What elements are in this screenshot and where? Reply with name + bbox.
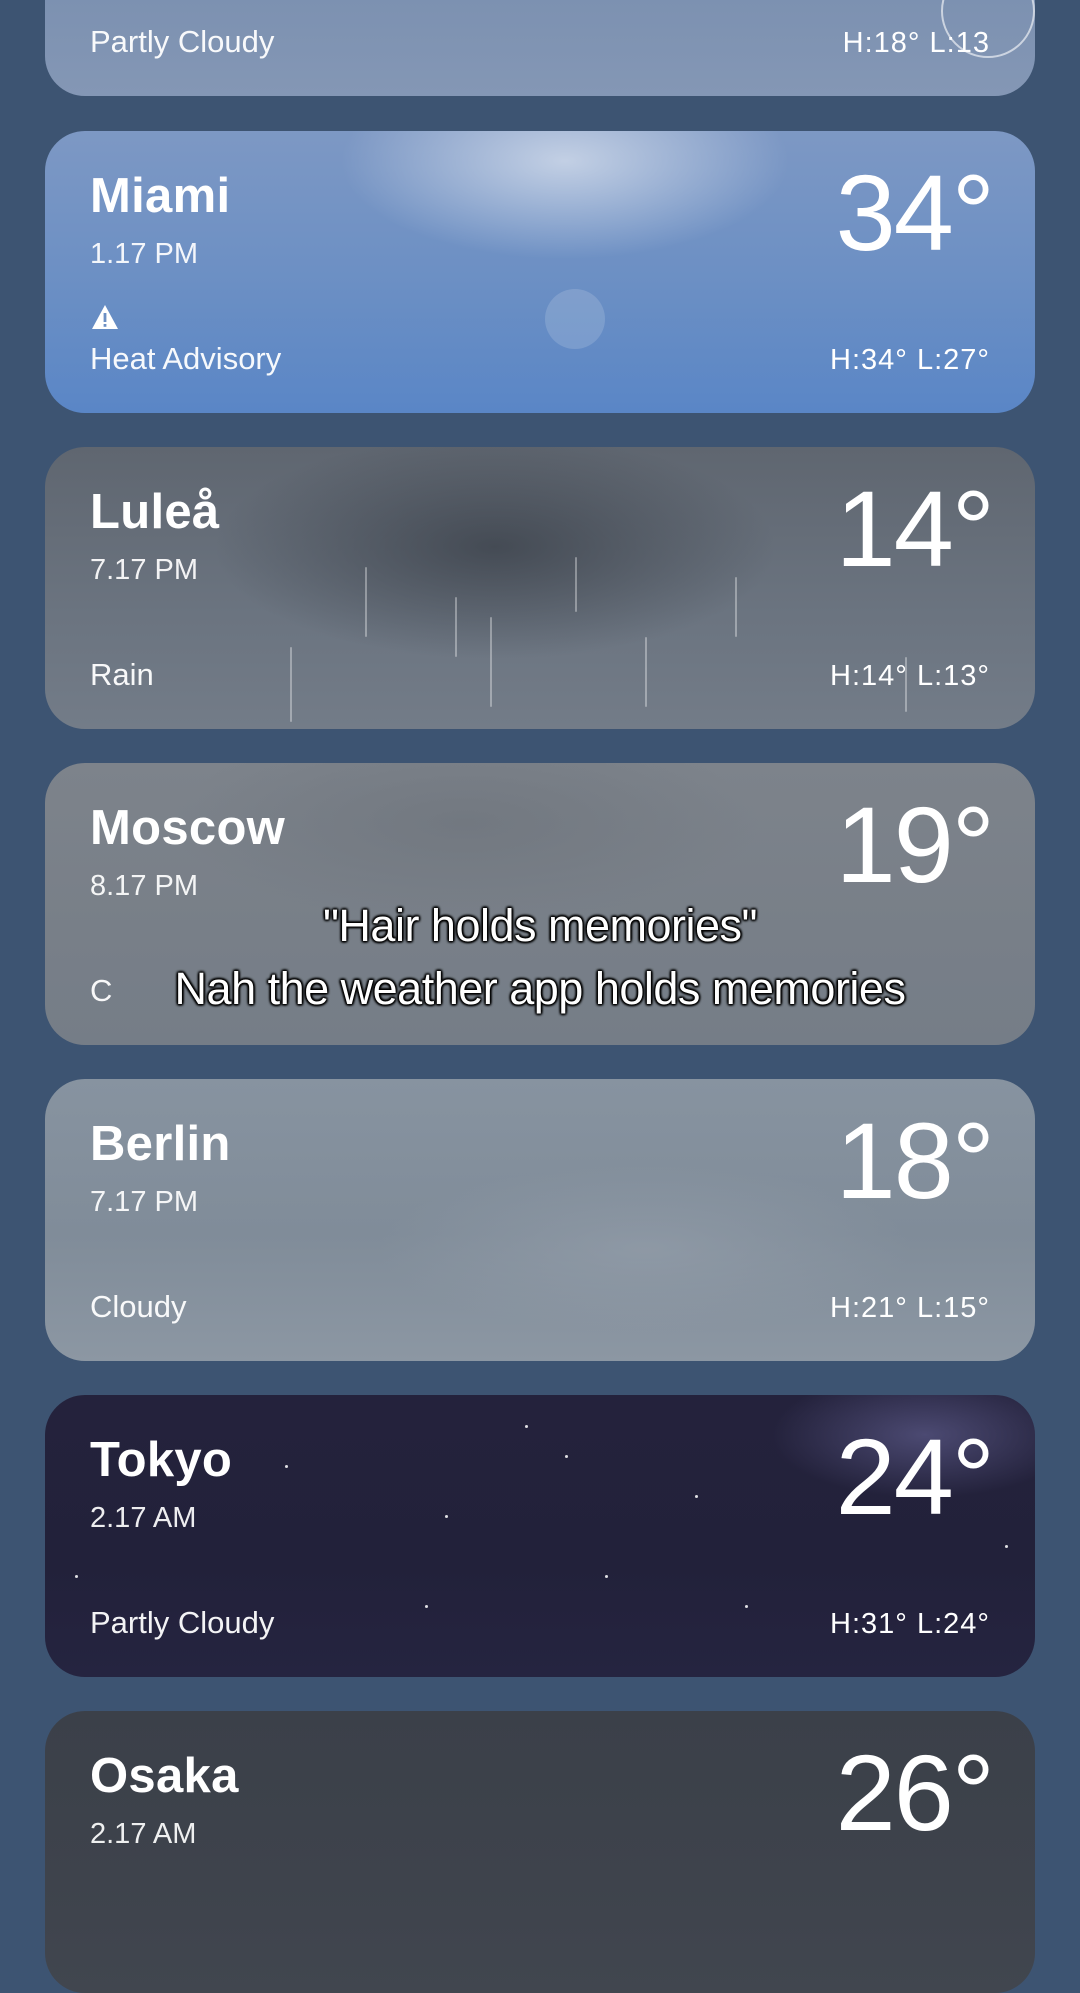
star-decoration bbox=[445, 1515, 448, 1518]
local-time: 1.17 PM bbox=[90, 238, 198, 270]
warning-triangle-icon bbox=[92, 305, 118, 329]
lens-flare-decoration bbox=[545, 289, 605, 349]
rain-streak bbox=[455, 597, 457, 657]
star-decoration bbox=[605, 1575, 608, 1578]
current-temperature: 34° bbox=[835, 152, 995, 273]
city-name: Berlin bbox=[90, 1117, 231, 1171]
high-low-label: H:21° L:15° bbox=[830, 1292, 990, 1324]
caption-line-1: "Hair holds memories" bbox=[322, 900, 758, 951]
local-time: 7.17 PM bbox=[90, 1186, 198, 1218]
condition-label: Partly Cloudy bbox=[90, 24, 275, 59]
weather-card-partial[interactable]: Partly Cloudy H:18° L:13 bbox=[45, 0, 1035, 96]
star-decoration bbox=[425, 1605, 428, 1608]
city-name: Luleå bbox=[90, 485, 220, 539]
city-name: Moscow bbox=[90, 801, 286, 855]
city-name: Tokyo bbox=[90, 1433, 233, 1487]
rain-streak bbox=[645, 637, 647, 707]
local-time: 2.17 AM bbox=[90, 1502, 197, 1534]
weather-card-osaka[interactable]: Osaka 2.17 AM 26° bbox=[45, 1711, 1035, 1993]
rain-streak bbox=[365, 567, 367, 637]
current-temperature: 24° bbox=[835, 1416, 995, 1537]
city-name: Osaka bbox=[90, 1749, 239, 1803]
rain-streak bbox=[490, 617, 492, 707]
local-time: 8.17 PM bbox=[90, 870, 198, 902]
high-low-label: H:14° L:13° bbox=[830, 660, 990, 692]
current-temperature: 14° bbox=[835, 468, 995, 589]
high-low-label: H:34° L:27° bbox=[830, 344, 990, 376]
rain-streak bbox=[290, 647, 292, 722]
current-temperature: 26° bbox=[835, 1732, 995, 1853]
weather-card-berlin[interactable]: Berlin 7.17 PM 18° Cloudy H:21° L:15° bbox=[45, 1079, 1035, 1361]
star-decoration bbox=[525, 1425, 528, 1428]
star-decoration bbox=[285, 1465, 288, 1468]
weather-card-lulea[interactable]: Luleå 7.17 PM 14° Rain H:14° L:13° bbox=[45, 447, 1035, 729]
star-decoration bbox=[695, 1495, 698, 1498]
rain-streak bbox=[735, 577, 737, 637]
local-time: 2.17 AM bbox=[90, 1818, 197, 1850]
caption-line-2: Nah the weather app holds memories bbox=[174, 963, 906, 1014]
condition-label: Rain bbox=[90, 657, 154, 692]
star-decoration bbox=[75, 1575, 78, 1578]
local-time: 7.17 PM bbox=[90, 554, 198, 586]
condition-label: Heat Advisory bbox=[90, 341, 282, 376]
star-decoration bbox=[745, 1605, 748, 1608]
current-temperature: 19° bbox=[835, 784, 995, 905]
city-name: Miami bbox=[90, 169, 231, 223]
condition-label: Partly Cloudy bbox=[90, 1605, 275, 1640]
rain-streak bbox=[575, 557, 577, 612]
weather-card-tokyo[interactable]: Tokyo 2.17 AM 24° Partly Cloudy H:31° L:… bbox=[45, 1395, 1035, 1677]
star-decoration bbox=[565, 1455, 568, 1458]
condition-label: Cloudy bbox=[90, 1289, 187, 1324]
current-temperature: 18° bbox=[835, 1100, 995, 1221]
star-decoration bbox=[1005, 1545, 1008, 1548]
high-low-label: H:31° L:24° bbox=[830, 1608, 990, 1640]
weather-card-miami[interactable]: Miami 1.17 PM 34° Heat Advisory H:34° L:… bbox=[45, 131, 1035, 413]
